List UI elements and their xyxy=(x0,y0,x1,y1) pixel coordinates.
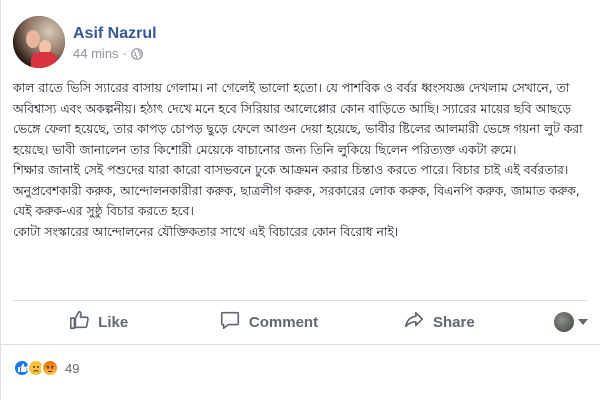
comment-icon xyxy=(219,309,241,335)
angry-reaction-icon xyxy=(41,359,59,377)
caret-down-icon xyxy=(577,319,588,325)
author-avatar[interactable] xyxy=(13,16,65,68)
share-label: Share xyxy=(432,313,475,331)
meta-separator: · xyxy=(122,46,127,61)
post-meta: 44 mins · xyxy=(73,46,157,61)
post-card: Asif Nazrul 44 mins · কাল রাতে ভিসি স্যা… xyxy=(0,0,600,400)
post-paragraph: কাল রাতে ভিসি স্যারের বাসায় গেলাম। না গ… xyxy=(13,81,583,157)
viewer-avatar xyxy=(553,312,574,332)
post-paragraph: শিক্ষার জানাই সেই পশুদের যারা কারো বাসভব… xyxy=(13,163,580,218)
post-header: Asif Nazrul 44 mins · xyxy=(13,16,157,68)
globe-icon[interactable] xyxy=(131,47,143,60)
post-paragraph: কোটা সংস্কারের আন্দোলনের যৌক্তিকতার সাথে… xyxy=(13,224,399,239)
share-button[interactable]: Share xyxy=(354,303,524,341)
like-button[interactable]: Like xyxy=(13,303,183,341)
actions-bottom-divider xyxy=(1,344,600,345)
share-icon xyxy=(403,309,425,335)
actions-top-divider xyxy=(13,300,588,301)
author-name[interactable]: Asif Nazrul xyxy=(73,24,157,44)
post-body: কাল রাতে ভিসি স্যারের বাসায় গেলাম। না গ… xyxy=(13,78,589,242)
share-as-selector[interactable] xyxy=(524,312,588,332)
post-timestamp[interactable]: 44 mins xyxy=(73,46,119,61)
like-label: Like xyxy=(98,313,129,331)
thumbs-up-icon xyxy=(68,309,90,335)
reaction-count: 49 xyxy=(65,360,80,376)
comment-label: Comment xyxy=(248,313,319,331)
reactions-summary[interactable]: 49 xyxy=(13,359,79,377)
post-actions: Like Comment Share xyxy=(13,303,588,341)
author-info: Asif Nazrul 44 mins · xyxy=(73,24,157,61)
comment-button[interactable]: Comment xyxy=(183,303,353,341)
